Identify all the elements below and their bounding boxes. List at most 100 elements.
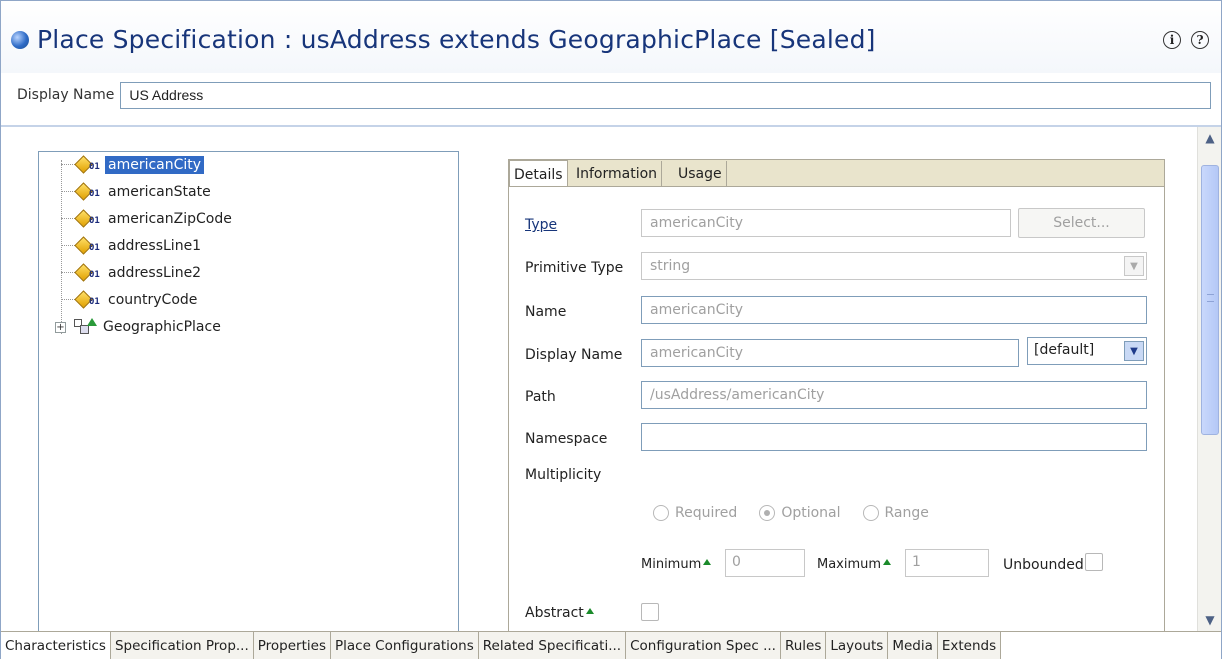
maximum-label: Maximum <box>817 557 892 572</box>
tree-item-label: GeographicPlace <box>103 319 221 335</box>
tree-connector <box>61 299 75 300</box>
help-icon[interactable]: ? <box>1191 31 1209 49</box>
scroll-down-icon[interactable]: ▼ <box>1200 611 1220 629</box>
tab-properties[interactable]: Properties <box>253 632 331 659</box>
chevron-down-icon: ▼ <box>1124 256 1144 276</box>
tab-related-specifications[interactable]: Related Specificati... <box>478 632 627 659</box>
unbounded-checkbox[interactable] <box>1085 553 1103 571</box>
tree-item-label: countryCode <box>108 292 198 308</box>
locale-value: [default] <box>1034 342 1095 358</box>
multiplicity-label: Multiplicity <box>525 467 602 483</box>
tab-layouts[interactable]: Layouts <box>826 632 889 659</box>
editor-header: Place Specification : usAddress extends … <box>1 1 1221 73</box>
vertical-scrollbar[interactable]: ▲ ▼ <box>1197 127 1221 631</box>
range-radio[interactable] <box>862 505 879 521</box>
optional-radio[interactable] <box>759 505 776 521</box>
class-icon <box>72 318 97 336</box>
tab-specification-properties[interactable]: Specification Prop... <box>110 632 254 659</box>
editor-page-tabs: Characteristics Specification Prop... Pr… <box>1 631 1221 659</box>
attribute-icon: 01 <box>74 263 101 282</box>
info-icon[interactable]: i <box>1163 31 1181 49</box>
tab-information[interactable]: Information <box>572 161 663 187</box>
details-tab-body: Type americanCity Select... Primitive Ty… <box>508 186 1165 631</box>
minimum-label-text: Minimum <box>641 557 702 572</box>
chevron-down-icon[interactable]: ▼ <box>1124 341 1144 361</box>
tab-usage[interactable]: Usage <box>674 161 727 187</box>
primitive-type-label: Primitive Type <box>525 260 624 276</box>
globe-icon <box>11 31 29 49</box>
grip-icon <box>1207 294 1214 302</box>
inherited-marker-icon <box>703 559 712 565</box>
maximum-label-text: Maximum <box>817 557 882 572</box>
attribute-icon: 01 <box>74 209 101 228</box>
abstract-label: Abstract <box>525 605 594 621</box>
header-icons: i ? <box>1163 31 1209 49</box>
attribute-icon: 01 <box>74 182 101 201</box>
tree-connector <box>61 160 62 334</box>
element-tree[interactable]: 01 americanCity 01 americanState 01 amer… <box>38 151 459 631</box>
range-radio-label: Range <box>884 505 929 521</box>
scroll-thumb[interactable] <box>1201 165 1219 435</box>
minimum-label: Minimum <box>641 557 712 572</box>
tab-strip: Details Information Usage <box>508 159 1165 188</box>
tab-characteristics[interactable]: Characteristics <box>1 632 111 659</box>
tree-item-addressline2[interactable]: 01 addressLine2 <box>74 261 204 285</box>
editor-body: 01 americanCity 01 americanState 01 amer… <box>1 127 1197 631</box>
locale-select[interactable]: [default] ▼ <box>1027 337 1147 365</box>
specification-editor: Place Specification : usAddress extends … <box>0 0 1222 659</box>
tree-connector <box>61 218 75 219</box>
tree-item-geographicplace[interactable]: + GeographicPlace <box>55 315 224 339</box>
inherited-marker-icon <box>883 559 892 565</box>
display-name-field[interactable]: americanCity <box>641 339 1019 367</box>
tree-item-label: addressLine1 <box>108 238 202 254</box>
details-panel: Details Information Usage Type americanC… <box>508 159 1165 631</box>
select-button[interactable]: Select... <box>1018 208 1145 238</box>
tab-extends[interactable]: Extends <box>937 632 1002 659</box>
required-radio[interactable] <box>653 505 669 521</box>
tab-place-configurations[interactable]: Place Configurations <box>331 632 479 659</box>
scroll-up-icon[interactable]: ▲ <box>1200 129 1220 147</box>
type-link[interactable]: Type <box>525 217 557 233</box>
name-field[interactable]: americanCity <box>641 296 1147 324</box>
tab-details[interactable]: Details <box>509 160 568 188</box>
attribute-icon: 01 <box>74 290 101 309</box>
tree-item-americancity[interactable]: 01 americanCity <box>74 153 205 177</box>
name-label: Name <box>525 304 567 320</box>
title-row: Place Specification : usAddress extends … <box>11 19 876 59</box>
abstract-checkbox[interactable] <box>641 603 659 621</box>
display-name-input[interactable] <box>120 81 1211 109</box>
primitive-type-value: string <box>650 258 691 274</box>
tab-media[interactable]: Media <box>888 632 938 659</box>
optional-radio-label: Optional <box>781 505 841 521</box>
tree-item-americanstate[interactable]: 01 americanState <box>74 180 214 204</box>
tab-configuration-spec[interactable]: Configuration Spec ... <box>626 632 781 659</box>
tree-item-label: americanState <box>108 184 211 200</box>
tree-connector <box>61 272 75 273</box>
attribute-icon: 01 <box>74 155 101 174</box>
attribute-icon: 01 <box>74 236 101 255</box>
minimum-field: 0 <box>725 549 805 577</box>
display-name-row: Display Name <box>17 81 1211 109</box>
tree-item-countrycode[interactable]: 01 countryCode <box>74 288 200 312</box>
tree-item-label: addressLine2 <box>108 265 202 281</box>
multiplicity-radios: Required Optional Range <box>653 505 929 521</box>
tab-rules[interactable]: Rules <box>780 632 827 659</box>
path-label: Path <box>525 389 556 405</box>
path-field[interactable]: /usAddress/americanCity <box>641 381 1147 409</box>
tree-item-americanzipcode[interactable]: 01 americanZipCode <box>74 207 235 231</box>
maximum-field: 1 <box>905 549 989 577</box>
expand-icon[interactable]: + <box>55 321 66 333</box>
tree-connector <box>61 245 75 246</box>
primitive-type-select: string ▼ <box>641 252 1147 280</box>
tree-connector <box>61 164 75 165</box>
required-radio-label: Required <box>675 505 738 521</box>
type-field: americanCity <box>641 209 1011 237</box>
tree-item-label: americanCity <box>105 156 205 174</box>
unbounded-label: Unbounded <box>1003 557 1084 573</box>
page-title: Place Specification : usAddress extends … <box>37 24 876 54</box>
tree-item-addressline1[interactable]: 01 addressLine1 <box>74 234 204 258</box>
display-name-label: Display Name <box>525 347 623 363</box>
tree-item-label: americanZipCode <box>108 211 232 227</box>
namespace-label: Namespace <box>525 431 608 447</box>
namespace-field[interactable] <box>641 423 1147 451</box>
